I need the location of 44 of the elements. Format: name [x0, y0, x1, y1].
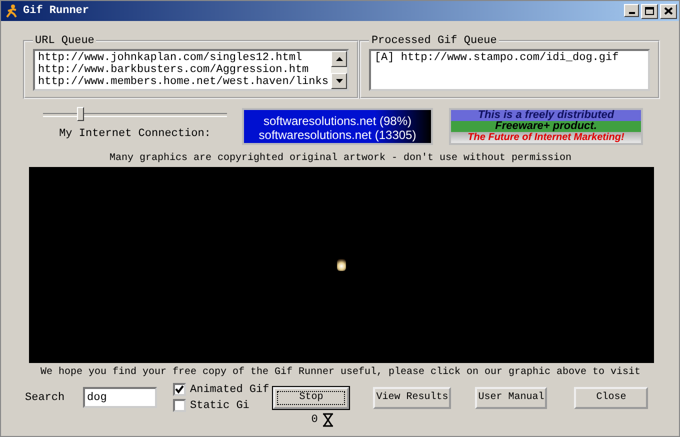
minimize-icon — [628, 12, 634, 14]
scroll-up-button[interactable] — [331, 51, 348, 67]
connection-slider[interactable] — [43, 108, 227, 122]
banner-text: Freeware+ product. — [451, 121, 641, 132]
list-box[interactable]: http://www.johnkaplan.com/singles12.html http://www.barkbusters.com/Aggression.htm http://www.members.home.net/west.haven/links — [33, 49, 350, 91]
list-item[interactable]: http://www.barkbusters.com/Aggression.htm — [38, 64, 328, 76]
close-button[interactable] — [660, 4, 677, 18]
maximize-button[interactable] — [641, 4, 658, 18]
search-field[interactable]: dog — [83, 387, 157, 408]
search-label: Search — [25, 392, 66, 404]
running-figure-icon — [5, 4, 19, 18]
list-item[interactable]: http://www.members.home.net/west.haven/links — [38, 76, 328, 88]
scroll-down-button[interactable] — [331, 73, 348, 89]
banner-text: softwaresolutions.net (13305) — [258, 128, 418, 142]
banner-text: This is a freely distributed — [451, 110, 641, 121]
maximize-icon — [645, 7, 654, 15]
ad-banner[interactable]: This is a freely distributed Freeware+ product. The Future of Internet Marketing! — [449, 108, 643, 145]
slider-thumb[interactable] — [76, 107, 84, 121]
list-box[interactable]: [A] http://www.stampo.com/idi_dog.gif — [369, 49, 650, 91]
footer-text: We hope you find your free copy of the Gif Runner useful, please click on our graphic above to visit — [39, 367, 642, 379]
banner-text: softwaresolutions.net (98%) — [262, 114, 413, 128]
group-label: Processed Gif Queue — [370, 35, 498, 47]
minimize-button[interactable] — [624, 4, 639, 16]
down-arrow-icon — [336, 79, 343, 83]
notice-text: Many graphics are copyrighted original artwork - don't use without permission — [108, 153, 573, 165]
checkbox[interactable] — [173, 383, 186, 396]
checkbox-label: Static Gi — [190, 400, 250, 412]
ad-banner[interactable]: softwaresolutions.net (98%) softwaresolutions.net (13305) — [242, 108, 433, 145]
slider-label: My Internet Connection: — [59, 128, 211, 140]
hourglass-icon — [320, 413, 335, 427]
up-arrow-icon — [336, 57, 343, 61]
counter-text: 0 — [311, 414, 318, 426]
push-button[interactable]: User Manual — [475, 386, 548, 408]
group-label: URL Queue — [34, 35, 96, 47]
push-button[interactable]: Close — [574, 386, 648, 408]
list-item[interactable]: [A] http://www.stampo.com/idi_dog.gif — [374, 52, 645, 64]
checkbox[interactable] — [173, 399, 186, 412]
checkbox-label: Animated Gif — [190, 384, 270, 396]
push-button[interactable]: Stop — [273, 386, 350, 408]
banner-text: The Future of Internet Marketing! — [451, 132, 641, 143]
list-item[interactable]: http://www.johnkaplan.com/singles12.html — [38, 52, 328, 64]
window-title: Gif Runner — [23, 5, 90, 17]
close-icon — [664, 7, 673, 15]
push-button[interactable]: View Results — [373, 386, 452, 408]
